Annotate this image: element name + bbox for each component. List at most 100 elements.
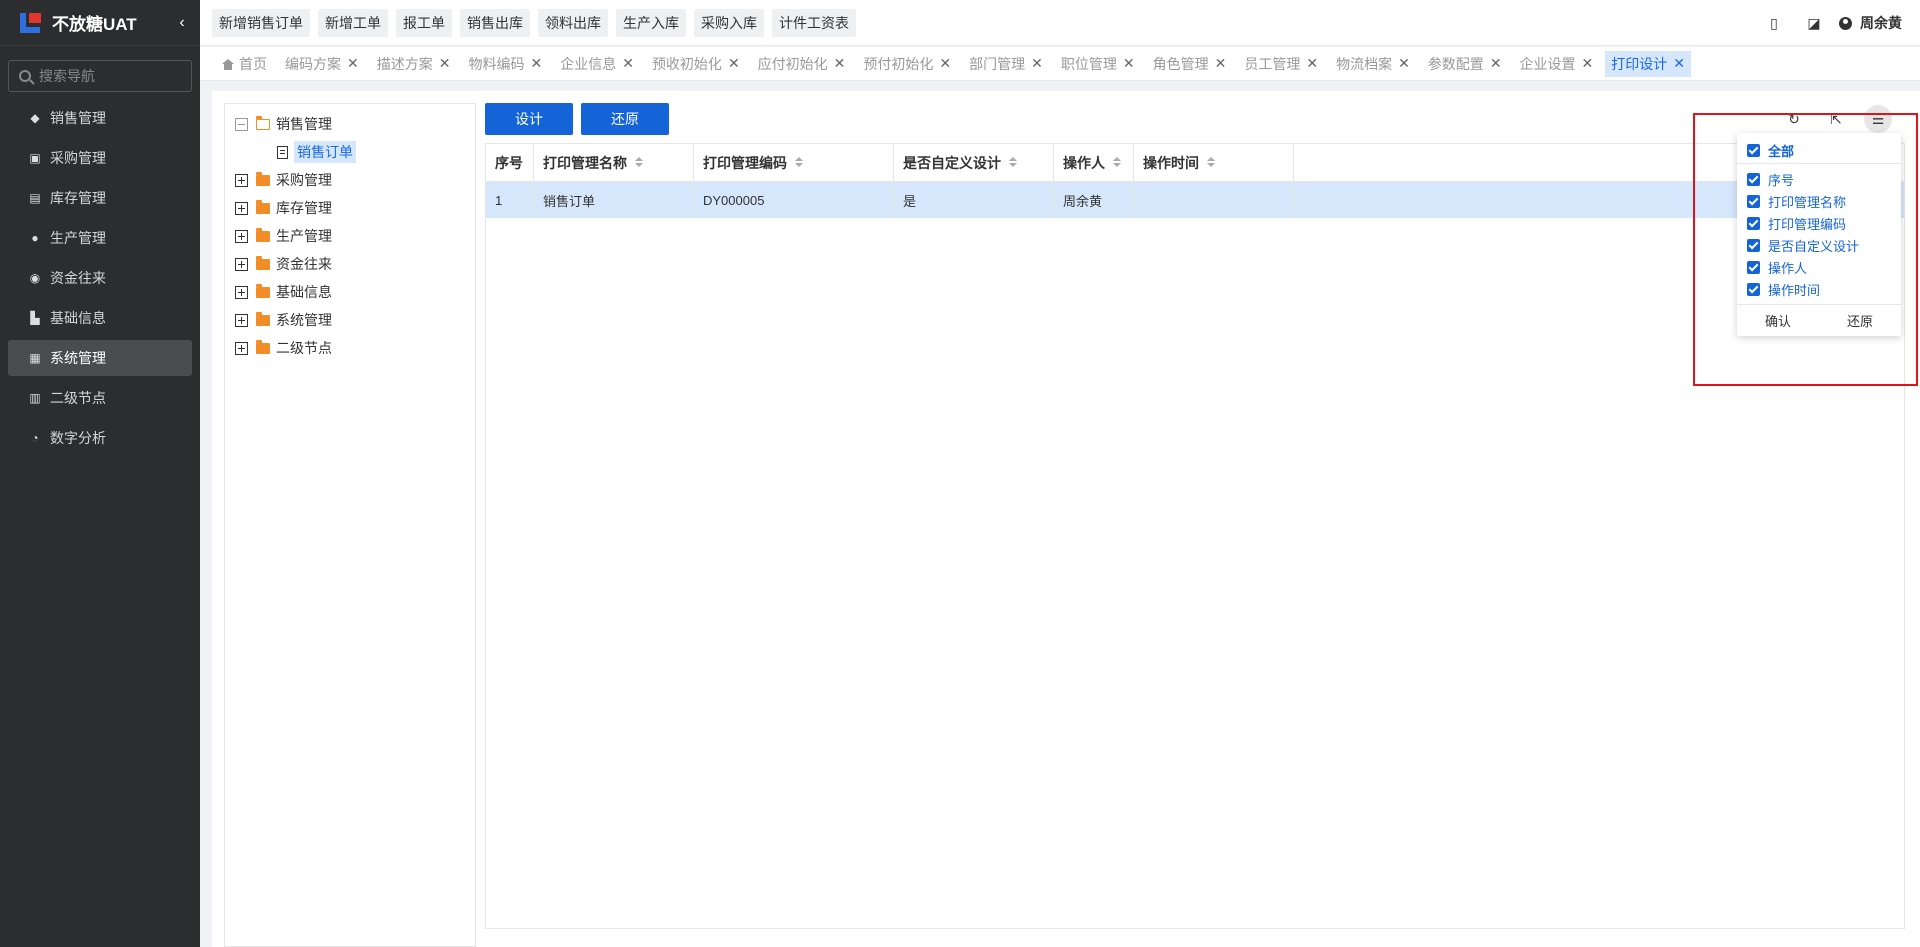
- column-header[interactable]: 操作时间: [1134, 144, 1294, 181]
- tab-material-code[interactable]: 物料编码 ✕: [468, 51, 542, 77]
- sidebar-item-purchase[interactable]: ▣ 采购管理: [8, 140, 192, 176]
- column-restore-button[interactable]: 还原: [1847, 311, 1873, 330]
- close-icon[interactable]: ✕: [1123, 55, 1135, 72]
- close-icon[interactable]: ✕: [1306, 55, 1318, 72]
- sort-icon[interactable]: [1207, 156, 1215, 169]
- close-icon[interactable]: ✕: [1398, 55, 1410, 72]
- column-toggle[interactable]: 操作人: [1737, 256, 1901, 278]
- column-toggle[interactable]: 是否自定义设计: [1737, 234, 1901, 256]
- column-toggle[interactable]: 操作时间: [1737, 278, 1901, 300]
- user-menu[interactable]: 周余黄: [1839, 13, 1902, 33]
- tab-coding-scheme[interactable]: 编码方案 ✕: [285, 51, 359, 77]
- quick-work-report-button[interactable]: 报工单: [396, 9, 452, 37]
- sidebar-item-secondary-node[interactable]: ▥ 二级节点: [8, 380, 192, 416]
- column-header[interactable]: 打印管理编码: [694, 144, 894, 181]
- checkbox-checked-icon[interactable]: [1747, 172, 1760, 186]
- collapse-node-icon[interactable]: [235, 117, 248, 131]
- close-icon[interactable]: ✕: [939, 55, 951, 72]
- expand-node-icon[interactable]: [235, 285, 248, 299]
- quick-piecework-wage-button[interactable]: 计件工资表: [772, 9, 856, 37]
- mobile-icon[interactable]: ▯: [1759, 15, 1789, 32]
- close-icon[interactable]: ✕: [834, 55, 846, 72]
- tab-home[interactable]: 首页: [222, 51, 267, 77]
- tree-node[interactable]: 二级节点: [225, 334, 475, 362]
- tab-receivable-init[interactable]: 预收初始化 ✕: [652, 51, 740, 77]
- tree-node[interactable]: 系统管理: [225, 306, 475, 334]
- confirm-button[interactable]: 确认: [1765, 311, 1791, 330]
- quick-material-outbound-button[interactable]: 领料出库: [538, 9, 608, 37]
- quick-new-work-order-button[interactable]: 新增工单: [318, 9, 388, 37]
- sort-icon[interactable]: [1009, 156, 1017, 169]
- quick-sales-outbound-button[interactable]: 销售出库: [460, 9, 530, 37]
- tree-node[interactable]: 采购管理: [225, 166, 475, 194]
- sidebar-item-inventory[interactable]: ▤ 库存管理: [8, 180, 192, 216]
- column-header[interactable]: 序号: [486, 144, 534, 181]
- quick-purchase-inbound-button[interactable]: 采购入库: [694, 9, 764, 37]
- collapse-sidebar-icon[interactable]: ‹: [170, 14, 194, 32]
- tree-node[interactable]: 库存管理: [225, 194, 475, 222]
- sort-icon[interactable]: [1113, 156, 1121, 169]
- sidebar-item-funds[interactable]: ◉ 资金往来: [8, 260, 192, 296]
- sidebar-item-sales[interactable]: ◆ 销售管理: [8, 100, 192, 136]
- close-icon[interactable]: ✕: [1031, 55, 1043, 72]
- sort-icon[interactable]: [795, 156, 803, 169]
- checkbox-checked-icon[interactable]: [1747, 282, 1760, 296]
- nav-search-input[interactable]: [39, 68, 179, 84]
- checkbox-checked-icon[interactable]: [1747, 144, 1760, 157]
- tab-department[interactable]: 部门管理 ✕: [969, 51, 1043, 77]
- tree-node-root[interactable]: 销售管理: [225, 110, 475, 138]
- tree-node[interactable]: 资金往来: [225, 250, 475, 278]
- sidebar-item-system[interactable]: ▦ 系统管理: [8, 340, 192, 376]
- close-icon[interactable]: ✕: [347, 55, 359, 72]
- close-icon[interactable]: ✕: [530, 55, 542, 72]
- column-toggle[interactable]: 打印管理编码: [1737, 212, 1901, 234]
- tab-company-info[interactable]: 企业信息 ✕: [560, 51, 634, 77]
- close-icon[interactable]: ✕: [439, 55, 451, 72]
- expand-node-icon[interactable]: [235, 173, 248, 187]
- quick-production-inbound-button[interactable]: 生产入库: [616, 9, 686, 37]
- sidebar-item-analytics[interactable]: ◔ 数字分析: [8, 420, 192, 456]
- checkbox-checked-icon[interactable]: [1747, 194, 1760, 208]
- close-icon[interactable]: ✕: [622, 55, 634, 72]
- tree-node-selected[interactable]: 销售订单: [225, 138, 475, 166]
- restore-button[interactable]: 还原: [581, 103, 669, 135]
- tab-prepay-init[interactable]: 预付初始化 ✕: [863, 51, 951, 77]
- column-toggle-all[interactable]: 全部: [1737, 138, 1901, 164]
- expand-node-icon[interactable]: [235, 229, 248, 243]
- nav-search[interactable]: [8, 60, 192, 92]
- close-icon[interactable]: ✕: [1490, 55, 1502, 72]
- expand-node-icon[interactable]: [235, 341, 248, 355]
- column-toggle[interactable]: 打印管理名称: [1737, 190, 1901, 212]
- tab-company-settings[interactable]: 企业设置 ✕: [1520, 51, 1594, 77]
- expand-node-icon[interactable]: [235, 313, 248, 327]
- close-icon[interactable]: ✕: [1582, 55, 1594, 72]
- tab-employee[interactable]: 员工管理 ✕: [1244, 51, 1318, 77]
- tab-description-scheme[interactable]: 描述方案 ✕: [377, 51, 451, 77]
- table-row[interactable]: 1 销售订单 DY000005 是 周余黄: [486, 182, 1904, 218]
- tab-logistics[interactable]: 物流档案 ✕: [1336, 51, 1410, 77]
- tab-position[interactable]: 职位管理 ✕: [1061, 51, 1135, 77]
- column-toggle[interactable]: 序号: [1737, 168, 1901, 190]
- sidebar-item-basic-info[interactable]: ▙ 基础信息: [8, 300, 192, 336]
- tab-payable-init[interactable]: 应付初始化 ✕: [758, 51, 846, 77]
- column-header[interactable]: 是否自定义设计: [894, 144, 1054, 181]
- chart-icon[interactable]: ◪: [1799, 15, 1829, 32]
- column-header[interactable]: 操作人: [1054, 144, 1134, 181]
- tab-role[interactable]: 角色管理 ✕: [1153, 51, 1227, 77]
- checkbox-checked-icon[interactable]: [1747, 238, 1760, 252]
- expand-node-icon[interactable]: [235, 257, 248, 271]
- tab-parameters[interactable]: 参数配置 ✕: [1428, 51, 1502, 77]
- tab-print-design[interactable]: 打印设计 ✕: [1605, 50, 1692, 77]
- close-icon[interactable]: ✕: [1673, 55, 1685, 72]
- tree-node[interactable]: 生产管理: [225, 222, 475, 250]
- close-icon[interactable]: ✕: [1215, 55, 1227, 72]
- column-header[interactable]: 打印管理名称: [534, 144, 694, 181]
- checkbox-checked-icon[interactable]: [1747, 216, 1760, 230]
- sort-icon[interactable]: [635, 156, 643, 169]
- sidebar-item-production[interactable]: ● 生产管理: [8, 220, 192, 256]
- quick-new-sales-order-button[interactable]: 新增销售订单: [212, 9, 310, 37]
- expand-node-icon[interactable]: [235, 201, 248, 215]
- close-icon[interactable]: ✕: [728, 55, 740, 72]
- tree-node[interactable]: 基础信息: [225, 278, 475, 306]
- design-button[interactable]: 设计: [485, 103, 573, 135]
